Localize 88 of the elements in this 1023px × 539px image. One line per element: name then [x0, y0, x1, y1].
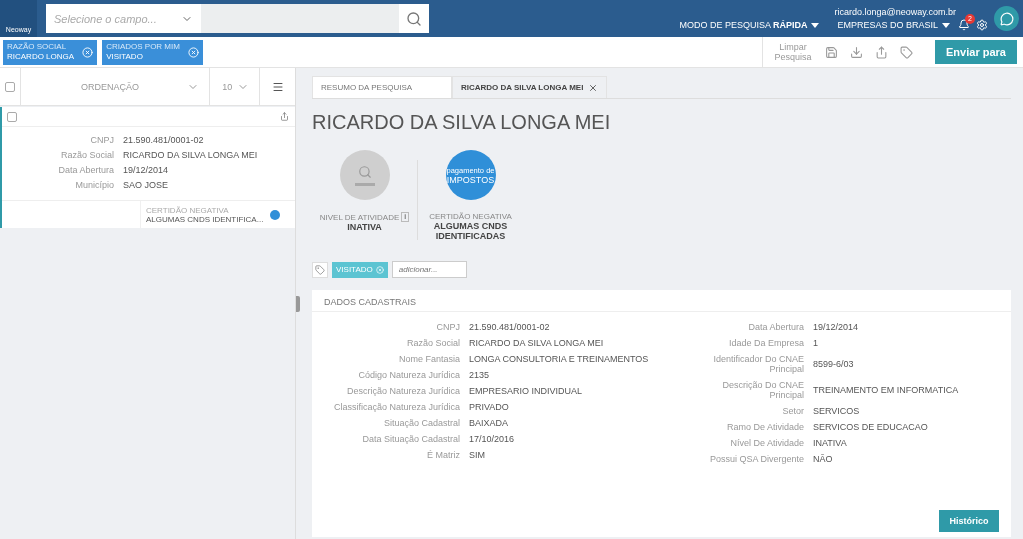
field-label: É Matriz: [426, 450, 460, 460]
field-value: 19/12/2014: [813, 322, 860, 332]
tag-chip[interactable]: VISITADO: [332, 261, 388, 278]
collapse-handle[interactable]: [296, 295, 300, 312]
tab[interactable]: RESUMO DA PESQUISA: [312, 76, 452, 98]
field-value: 2135: [469, 370, 491, 380]
field-label: Ramo De Atividade: [725, 422, 804, 432]
field-value: PRIVADO: [469, 402, 510, 412]
filter-chip[interactable]: CRIADOS POR MIM VISITADO: [102, 39, 203, 65]
field-value: SERVICOS: [813, 406, 861, 416]
result-checkbox[interactable]: [7, 111, 17, 122]
caret-icon: [811, 22, 820, 28]
field-select[interactable]: Selecione o campo...: [46, 4, 201, 33]
tab[interactable]: RICARDO DA SILVA LONGA MEI: [452, 76, 608, 98]
field-value: BAIXADA: [469, 418, 509, 428]
remove-icon[interactable]: [375, 265, 384, 274]
download-icon[interactable]: [850, 45, 863, 59]
search-button[interactable]: [399, 4, 429, 33]
send-to-button[interactable]: Enviar para: [935, 40, 1017, 64]
search-icon: [406, 10, 422, 27]
field-value: SAO JOSE: [123, 180, 169, 190]
indicator-label-text: CERTIDÃO NEGATIVA: [429, 212, 512, 221]
field-value: NÃO: [813, 454, 834, 464]
field-label: Identificador Do CNAE Principal: [712, 354, 804, 374]
page-size-dropdown[interactable]: 10: [209, 68, 260, 105]
field-label: Data Abertura: [57, 165, 114, 175]
bell-icon[interactable]: [958, 18, 970, 31]
chat-button[interactable]: [994, 6, 1019, 31]
field-label: Data Abertura: [747, 322, 804, 332]
field-label: Nome Fantasia: [397, 354, 460, 364]
indicator-value: ALGUMAS CNDS IDENTIFICADAS: [432, 221, 509, 241]
section-title: DADOS CADASTRAIS: [312, 290, 1011, 312]
close-icon[interactable]: [588, 82, 599, 93]
filter-chip[interactable]: RAZÃO SOCIAL RICARDO LONGA: [3, 39, 98, 65]
field-value: EMPRESARIO INDIVIDUAL: [469, 386, 584, 396]
field-value: 19/12/2014: [123, 165, 170, 175]
user-email: ricardo.longa@neoway.com.br: [834, 7, 956, 17]
clear-search-button[interactable]: Limpar Pesquisa: [773, 42, 813, 62]
field-label: CNPJ: [89, 135, 114, 145]
search-field[interactable]: [201, 4, 399, 33]
field-label: Situação Cadastral: [382, 418, 460, 428]
tag-input[interactable]: adicionar...: [391, 261, 467, 278]
field-label: Descrição Do CNAE Principal: [721, 380, 804, 400]
field-label: Município: [74, 180, 114, 190]
field-label: Setor: [781, 406, 804, 416]
field-label: Descrição Natureza Jurídica: [345, 386, 460, 396]
indicator-value: INATIVA: [346, 222, 383, 232]
field-value: 21.590.481/0001-02: [469, 322, 551, 332]
settings-icon[interactable]: [976, 18, 988, 31]
indicator-label-text: NIVEL DE ATIVIDADE: [319, 212, 400, 222]
activity-badge: [339, 150, 390, 200]
database-dropdown[interactable]: EMPRESAS DO BRASIL: [831, 20, 956, 30]
save-icon[interactable]: [825, 45, 838, 59]
field-value: 21.590.481/0001-02: [123, 135, 205, 145]
company-name: RICARDO DA SILVA LONGA MEI: [312, 111, 612, 134]
field-value: 17/10/2016: [469, 434, 516, 444]
history-button[interactable]: Histórico: [939, 510, 999, 532]
field-label: Código Natureza Jurídica: [357, 370, 460, 380]
tag-icon[interactable]: [900, 45, 913, 59]
field-value: RICARDO DA SILVA LONGA MEI: [469, 338, 605, 348]
field-value: RICARDO DA SILVA LONGA MEI: [123, 150, 259, 160]
field-value: INATIVA: [813, 438, 848, 448]
tag-icon: [312, 261, 328, 278]
field-label: Razão Social: [405, 338, 460, 348]
field-label: Razão Social: [59, 150, 114, 160]
share-icon[interactable]: [875, 45, 888, 59]
field-value: TREINAMENTO EM INFORMATICA: [813, 385, 959, 395]
field-value: 8599-6/03: [813, 359, 855, 369]
result-card[interactable]: CNPJ 21.590.481/0001-02 Razão Social RICARDO DA SILVA LONGA MEI Data Abertura 19/12/2014 Município SAO JOSE CERTIDÃO NEGATIVA ALGUMAS CNDS IDENTIFICA...: [0, 107, 295, 228]
field-label: Classificação Natureza Jurídica: [332, 402, 460, 412]
field-label: Possui QSA Divergente: [708, 454, 804, 464]
menu-icon: [271, 80, 284, 93]
field-value: SIM: [469, 450, 486, 460]
field-label: Nível De Atividade: [729, 438, 804, 448]
search-mode-dropdown[interactable]: MODO DE PESQUISA RÁPIDA: [673, 20, 826, 30]
certificate-status: CERTIDÃO NEGATIVA ALGUMAS CNDS IDENTIFICA...: [146, 205, 264, 224]
sort-dropdown[interactable]: ORDENAÇÃO: [19, 68, 210, 105]
field-label: Idade Da Empresa: [727, 338, 804, 348]
field-label: CNPJ: [435, 322, 460, 332]
caret-icon: [942, 22, 950, 28]
field-value: LONGA CONSULTORIA E TREINAMENTOS: [469, 354, 650, 364]
field-label: Data Situação Cadastral: [361, 434, 460, 444]
remove-icon[interactable]: [82, 46, 94, 58]
chat-icon: [999, 11, 1014, 26]
field-value: 1: [813, 338, 819, 348]
select-all-checkbox[interactable]: [5, 81, 15, 92]
field-value: SERVICOS DE EDUCACAO: [813, 422, 929, 432]
remove-icon[interactable]: [187, 46, 199, 58]
